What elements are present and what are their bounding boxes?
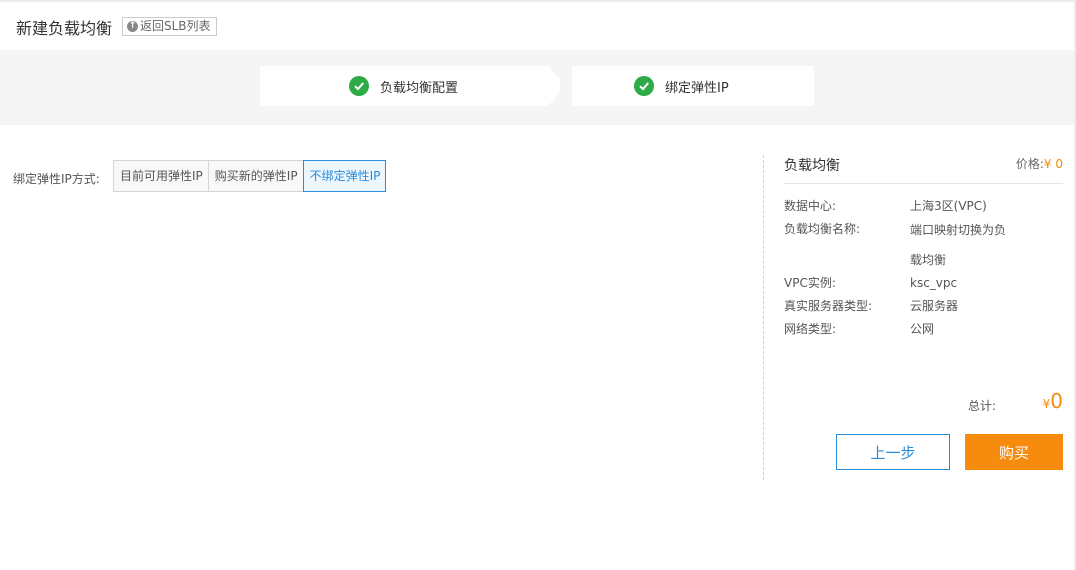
check-circle-icon xyxy=(634,76,654,96)
total-amount: 0 xyxy=(1050,389,1063,413)
detail-value: 端口映射切换为负载均衡 xyxy=(910,223,1007,267)
detail-key: 真实服务器类型: xyxy=(784,299,873,313)
detail-key: VPC实例: xyxy=(784,276,836,290)
detail-row: VPC实例: ksc_vpc xyxy=(784,276,1064,291)
detail-row: 数据中心: 上海3区(VPC) xyxy=(784,199,1064,214)
detail-value: 公网 xyxy=(910,322,935,336)
previous-step-button[interactable]: 上一步 xyxy=(836,434,950,470)
buy-button[interactable]: 购买 xyxy=(965,434,1063,470)
price-label: 价格: xyxy=(1015,157,1044,171)
page-title: 新建负载均衡 xyxy=(16,19,113,38)
detail-row: 真实服务器类型: 云服务器 xyxy=(784,299,1064,314)
steps-bar: 负载均衡配置 绑定弹性IP xyxy=(0,50,1074,125)
detail-key: 网络类型: xyxy=(784,322,837,336)
step-load-balancer-config: 负载均衡配置 xyxy=(260,66,560,106)
summary-rule xyxy=(784,183,1063,184)
step-label: 绑定弹性IP xyxy=(665,80,729,96)
bind-eip-method-selector: 目前可用弹性IP 购买新的弹性IP 不绑定弹性IP xyxy=(113,160,387,192)
price-value: ¥ 0 xyxy=(1043,157,1063,171)
panel-divider xyxy=(763,155,764,480)
option-available-eip[interactable]: 目前可用弹性IP xyxy=(113,160,209,192)
back-link-label: 返回SLB列表 xyxy=(140,19,211,33)
total-value: ¥0 xyxy=(1043,389,1063,416)
price: 价格:¥ 0 xyxy=(1016,155,1063,172)
arrow-up-circle-icon: ↑ xyxy=(127,21,138,32)
total-label: 总计: xyxy=(968,399,997,413)
summary-title: 负载均衡 xyxy=(784,158,840,174)
step-label: 负载均衡配置 xyxy=(380,80,459,96)
option-buy-new-eip[interactable]: 购买新的弹性IP xyxy=(207,160,304,192)
check-circle-icon xyxy=(349,76,369,96)
back-to-slb-list-button[interactable]: ↑ 返回SLB列表 xyxy=(122,17,217,36)
detail-row: 负载均衡名称: 端口映射切换为负载均衡 xyxy=(784,222,1064,268)
detail-row: 网络类型: 公网 xyxy=(784,322,1064,337)
detail-value: 上海3区(VPC) xyxy=(910,199,987,213)
option-no-eip[interactable]: 不绑定弹性IP xyxy=(302,160,387,192)
page-header: 新建负载均衡 ↑ 返回SLB列表 xyxy=(0,2,1074,50)
step-bind-eip: 绑定弹性IP xyxy=(572,66,814,106)
detail-value: ksc_vpc xyxy=(910,276,958,290)
detail-value: 云服务器 xyxy=(910,299,959,313)
bind-eip-method-label: 绑定弹性IP方式: xyxy=(13,172,100,186)
summary-details: 数据中心: 上海3区(VPC) 负载均衡名称: 端口映射切换为负载均衡 VPC实… xyxy=(784,199,1064,345)
detail-key: 负载均衡名称: xyxy=(784,222,861,236)
detail-key: 数据中心: xyxy=(784,199,837,213)
